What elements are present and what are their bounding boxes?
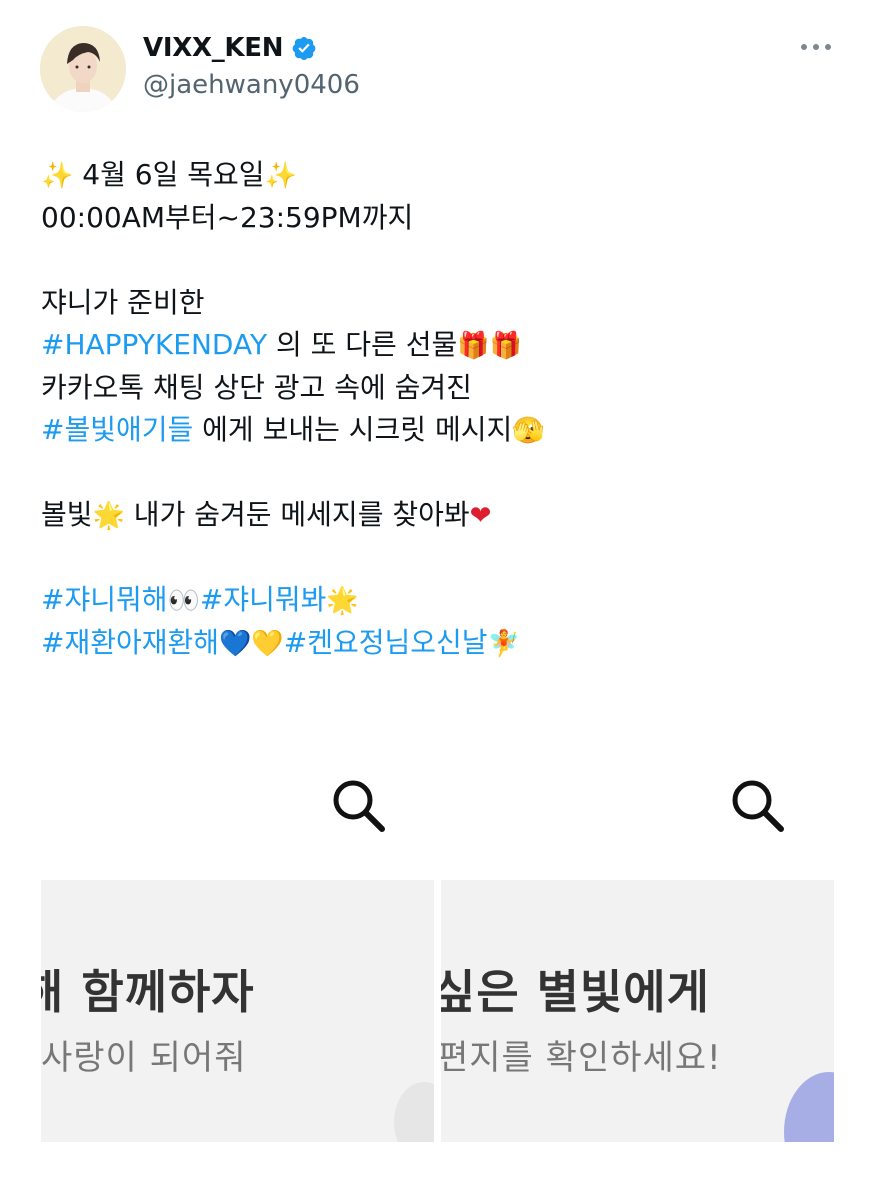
hashtag-link[interactable]: #HAPPYKENDAY <box>41 328 267 361</box>
text-span: 내가 숨겨둔 메세지를 찾아봐 <box>124 498 470 531</box>
hashtag-link[interactable]: #쟈니뭐봐 <box>200 583 327 616</box>
verified-badge-icon <box>292 36 316 61</box>
sparkles-icon: ✨ <box>41 161 74 191</box>
media-panel: 해 함께하자 사랑이 되어줘 <box>41 880 434 1142</box>
text-line: ✨ 4월 6일 목요일✨ <box>41 154 841 197</box>
media-headline: 싶은 별빛에게 <box>441 965 710 1019</box>
red-heart-icon: ❤ <box>469 501 492 531</box>
media-subline: 편지를 확인하세요! <box>441 1038 722 1078</box>
avatar[interactable] <box>40 26 126 112</box>
time-range-text: 00:00AM부터~23:59PM까지 <box>41 200 414 234</box>
yellow-heart-icon: 💛 <box>251 628 284 659</box>
text-line: #쟈니뭐해 👀 #쟈니뭐봐 🌟 <box>41 579 841 622</box>
text-span: 의 또 다른 선물 <box>267 328 458 361</box>
eyes-icon: 👀 <box>167 586 200 616</box>
author-handle[interactable]: @jaehwany0406 <box>143 70 360 100</box>
text-line: #볼빛애기들 에게 보내는 시크릿 메시지🫣 <box>41 409 841 452</box>
media-subline: 사랑이 되어줘 <box>41 1038 247 1078</box>
media-headline: 해 함께하자 <box>41 965 255 1019</box>
author-name-row[interactable]: VIXX_KEN <box>143 33 317 63</box>
text-span: 에게 보내는 시크릿 메시지 <box>193 413 513 446</box>
glowing-star-icon: 🌟 <box>92 501 125 531</box>
text-line: 카카오톡 채팅 상단 광고 속에 숨겨진 <box>41 370 472 404</box>
hashtag-link[interactable]: #볼빛애기들 <box>41 413 193 446</box>
media-image[interactable]: 싶은 별빛에게 편지를 확인하세요! <box>441 760 834 1142</box>
hashtag-link[interactable]: #켄요정님오신날 <box>284 626 488 659</box>
date-text: 4월 6일 목요일 <box>73 158 265 191</box>
tweet-text: ✨ 4월 6일 목요일✨ 00:00AM부터~23:59PM까지 쟈니가 준비한… <box>41 154 841 664</box>
sparkles-icon: ✨ <box>264 161 297 191</box>
hashtag-link[interactable]: #재환아재환해 <box>41 626 219 659</box>
glowing-star-icon: 🌟 <box>326 586 359 616</box>
gift-icon: 🎁🎁 <box>457 331 522 361</box>
fairy-icon: 🧚 <box>487 628 520 659</box>
profile-photo-icon <box>40 26 126 112</box>
text-line: #HAPPYKENDAY 의 또 다른 선물🎁🎁 <box>41 324 841 367</box>
media-panel: 싶은 별빛에게 편지를 확인하세요! <box>441 880 834 1142</box>
peeking-face-icon: 🫣 <box>512 416 545 446</box>
more-dots-icon[interactable] <box>801 44 831 50</box>
text-line: 쟈니가 준비한 <box>41 285 205 319</box>
hashtag-link[interactable]: #쟈니뭐해 <box>41 583 168 616</box>
tweet: VIXX_KEN @jaehwany0406 ✨ 4월 6일 목요일✨ 00:0… <box>0 0 875 1200</box>
text-line: #재환아재환해💙 💛 #켄요정님오신날🧚 <box>41 622 841 665</box>
text-span: 볼빛 <box>41 498 93 531</box>
text-line: 볼빛🌟 내가 숨겨둔 메세지를 찾아봐❤ <box>41 494 841 537</box>
media-image[interactable]: 해 함께하자 사랑이 되어줘 <box>41 760 434 1142</box>
search-icon <box>732 780 784 832</box>
blue-heart-icon: 💙 <box>219 628 252 659</box>
search-icon <box>333 780 385 832</box>
display-name[interactable]: VIXX_KEN <box>143 33 283 63</box>
